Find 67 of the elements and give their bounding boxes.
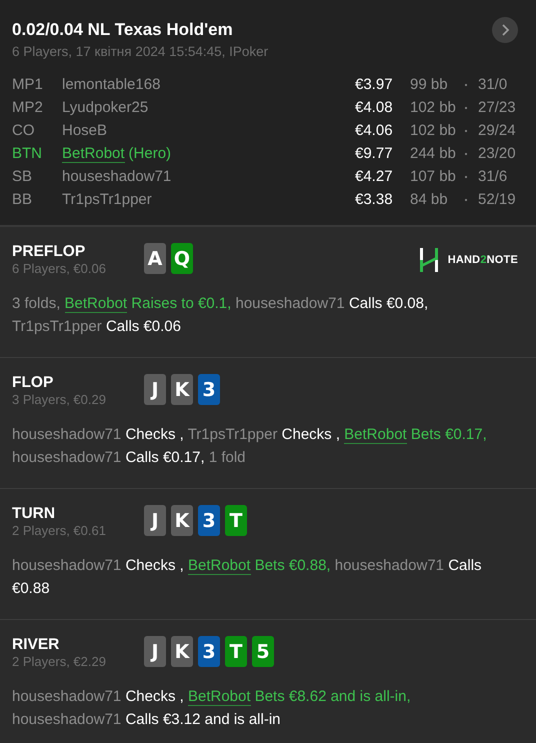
stack-amount: €4.06 — [355, 122, 394, 139]
hero-link[interactable]: BetRobot — [188, 557, 251, 575]
street-info: 2 Players, €0.61 — [12, 523, 107, 538]
player-name: houseshadow71 — [62, 168, 172, 185]
playing-card: A — [144, 243, 166, 274]
player-stats: 52/19 — [478, 191, 517, 208]
position-label: MP2 — [12, 99, 44, 116]
action-summary: houseshadow71 Checks , Tr1psTr1pper Checks , BetRobot Bets €0.17, houseshadow71 Calls €0.17, 1 fold — [12, 425, 488, 468]
hero-link[interactable]: BetRobot — [188, 688, 251, 706]
stack-bb: 102 bb — [410, 122, 457, 139]
street-name: RIVER — [12, 636, 60, 654]
stack-bb: 84 bb — [410, 191, 449, 208]
player-stats: 29/24 — [478, 122, 517, 139]
player-stats: 31/6 — [478, 168, 508, 185]
player-stats: 23/20 — [478, 145, 517, 162]
player-stats: 31/0 — [478, 76, 508, 93]
action-summary: houseshadow71 Checks , BetRobot Bets €0.88, houseshadow71 Calls €0.88 — [12, 556, 483, 599]
stack-bb: 244 bb — [410, 145, 457, 162]
hero-link[interactable]: BetRobot — [62, 144, 125, 162]
logo-icon — [418, 248, 439, 272]
hand-info: 6 Players, 17 квітня 2024 15:54:45, IPoker — [12, 44, 270, 59]
playing-card: T — [225, 505, 247, 536]
position-label: BTN — [12, 145, 43, 162]
street-name: PREFLOP — [12, 243, 86, 261]
player-name: lemontable168 — [62, 76, 160, 93]
stack-bb: 99 bb — [410, 76, 449, 93]
playing-card: K — [171, 636, 193, 667]
chevron-right-icon — [500, 24, 510, 36]
playing-card: Q — [171, 243, 193, 274]
player-stats: 27/23 — [478, 99, 517, 116]
stack-amount: €4.08 — [355, 99, 394, 116]
playing-card: 3 — [198, 505, 220, 536]
playing-card: T — [225, 636, 247, 667]
stack-amount: €3.38 — [355, 191, 394, 208]
position-label: SB — [12, 168, 34, 185]
hero-link[interactable]: BetRobot — [64, 295, 128, 313]
playing-card: J — [144, 505, 166, 536]
player-name: Lyudpoker25 — [62, 99, 148, 116]
playing-card: 3 — [198, 374, 220, 405]
hero-link[interactable]: BetRobot — [344, 426, 407, 444]
playing-card: K — [171, 505, 193, 536]
position-label: CO — [12, 122, 36, 139]
playing-card: 5 — [252, 636, 274, 667]
playing-card: 3 — [198, 636, 220, 667]
next-button[interactable] — [492, 17, 518, 43]
street-info: 3 Players, €0.29 — [12, 392, 107, 407]
position-label: MP1 — [12, 76, 44, 93]
street-info: 6 Players, €0.06 — [12, 261, 107, 276]
hero-tag: (Hero) — [128, 144, 172, 162]
stack-amount: €9.77 — [355, 145, 394, 162]
action-summary: 3 folds, BetRobot Raises to €0.1, houseshadow71 Calls €0.08, Tr1psTr1pper Calls €0.06 — [12, 294, 430, 337]
stack-amount: €3.97 — [355, 76, 394, 93]
street-info: 2 Players, €2.29 — [12, 654, 107, 669]
hand-title: 0.02/0.04 NL Texas Hold'em — [12, 20, 233, 40]
position-label: BB — [12, 191, 34, 208]
stack-amount: €4.27 — [355, 168, 394, 185]
player-name: HoseB — [62, 122, 108, 139]
action-summary: houseshadow71 Checks , BetRobot Bets €8.62 and is all-in, houseshadow71 Calls €3.12 and is all-in — [12, 687, 412, 730]
stack-bb: 107 bb — [410, 168, 457, 185]
playing-card: J — [144, 636, 166, 667]
player-name: Tr1psTr1pper — [62, 191, 152, 208]
logo-text: HAND2NOTE — [448, 254, 518, 266]
street-name: FLOP — [12, 374, 54, 392]
street-name: TURN — [12, 505, 56, 523]
playing-card: J — [144, 374, 166, 405]
playing-card: K — [171, 374, 193, 405]
stack-bb: 102 bb — [410, 99, 457, 116]
